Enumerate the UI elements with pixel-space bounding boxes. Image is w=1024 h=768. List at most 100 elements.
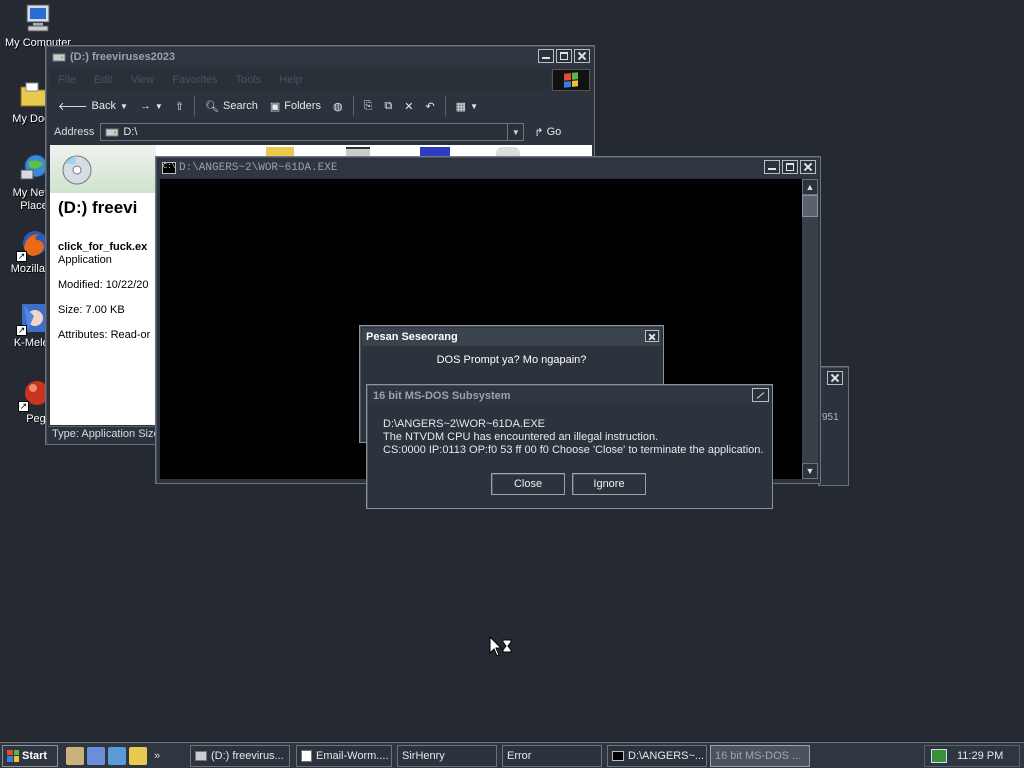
character-icon[interactable]: [87, 746, 105, 765]
menu-help[interactable]: Help: [279, 74, 302, 86]
forward-arrow-icon: →: [139, 100, 151, 112]
explorer-titlebar[interactable]: (D:) freeviruses2023: [48, 48, 592, 66]
toolbar-separator: [444, 96, 446, 116]
close-button[interactable]: [645, 330, 659, 342]
chevron-down-icon: ▼: [119, 101, 128, 111]
minimize-button[interactable]: [764, 160, 780, 174]
explorer-webview-pane: (D:) freevi click_for_fuck.ex Applicatio…: [50, 145, 156, 425]
desktop-icon-my-computer[interactable]: My Computer: [0, 2, 76, 50]
views-button[interactable]: ▦ ▼: [452, 95, 482, 117]
explorer-title: (D:) freeviruses2023: [70, 51, 176, 63]
chevron-down-icon: ▼: [470, 101, 478, 111]
console-icon: C:\: [162, 162, 176, 174]
messenger-icon[interactable]: [108, 746, 126, 765]
menu-view[interactable]: View: [131, 74, 155, 86]
address-input[interactable]: D:\ ▼: [100, 123, 525, 141]
busy-cursor-icon: [489, 635, 513, 661]
selected-file-modified: Modified: 10/22/20: [58, 279, 149, 291]
back-label: Back: [91, 100, 116, 112]
back-button[interactable]: 🡐 Back ▼: [54, 95, 132, 117]
up-folder-button[interactable]: ⇧: [171, 95, 188, 117]
minimize-button[interactable]: [538, 49, 554, 63]
drive-icon: [105, 126, 119, 138]
drive-icon: [52, 51, 66, 63]
shortcut-arrow-icon: ↗: [18, 401, 29, 412]
maximize-button[interactable]: [556, 49, 572, 63]
console-icon: [612, 751, 624, 761]
selected-file-type: Application: [58, 254, 112, 266]
selected-file-size: Size: 7.00 KB: [58, 304, 125, 316]
history-button[interactable]: ◍: [329, 95, 347, 117]
menu-tools[interactable]: Tools: [236, 74, 262, 86]
taskbar-item-explorer[interactable]: (D:) freevirus...: [190, 745, 290, 767]
views-grid-icon: ▦: [455, 100, 467, 113]
up-folder-icon: ⇧: [174, 100, 185, 113]
scroll-down-arrow-icon[interactable]: ▼: [802, 463, 818, 479]
folders-label: Folders: [284, 100, 321, 112]
taskbar-item-email-worm[interactable]: Email-Worm....: [296, 745, 392, 767]
webview-banner: [50, 145, 156, 193]
close-button[interactable]: [574, 49, 590, 63]
go-arrow-icon: ↱: [534, 126, 544, 139]
scrollbar-thumb[interactable]: [802, 195, 818, 217]
dos-titlebar[interactable]: C:\ D:\ANGERS~2\WOR~61DA.EXE: [158, 159, 818, 177]
ntvdm-dialog-title: 16 bit MS-DOS Subsystem: [373, 390, 511, 402]
cd-drive-icon: [60, 153, 94, 190]
email-worm-window[interactable]: 951: [818, 366, 849, 486]
address-value: D:\: [123, 126, 138, 138]
toolbar-separator: [352, 96, 354, 116]
delete-x-icon: ✕: [404, 100, 414, 113]
clock[interactable]: 11:29 PM: [957, 750, 1003, 762]
menu-file[interactable]: File: [58, 74, 76, 86]
show-desktop-icon[interactable]: [66, 746, 84, 765]
start-label: Start: [22, 749, 48, 762]
ntvdm-dialog-titlebar[interactable]: 16 bit MS-DOS Subsystem: [369, 387, 770, 405]
taskbar-item-label: SirHenry: [402, 750, 445, 762]
search-button[interactable]: 🔍︎ Search: [201, 95, 262, 117]
email-window-text-fragment: 951: [822, 412, 839, 423]
chevron-down-icon: ▼: [154, 101, 163, 111]
taskbar-item-sirhenry[interactable]: SirHenry: [397, 745, 497, 767]
copy-to-icon: ⧉: [384, 99, 393, 112]
error-line-description: The NTVDM CPU has encountered an illegal…: [383, 431, 659, 443]
forward-button[interactable]: → ▼: [136, 95, 167, 117]
dos-title: D:\ANGERS~2\WOR~61DA.EXE: [179, 162, 338, 174]
copy-to-button[interactable]: ⧉: [380, 95, 396, 117]
menu-favorites[interactable]: Favorites: [172, 74, 217, 86]
message-dialog-title: Pesan Seseorang: [366, 331, 458, 343]
search-icon: 🔍︎: [205, 100, 219, 113]
taskbar-item-dos-console[interactable]: D:\ANGERS~...: [607, 745, 707, 767]
notepad-icon: [301, 750, 312, 762]
tray-book-icon[interactable]: [931, 749, 947, 763]
resize-grip-icon[interactable]: [752, 388, 769, 402]
close-button[interactable]: Close: [491, 473, 565, 495]
menu-edit[interactable]: Edit: [94, 74, 113, 86]
message-dialog-titlebar[interactable]: Pesan Seseorang: [362, 328, 661, 346]
taskbar-item-error[interactable]: Error: [502, 745, 602, 767]
address-dropdown-icon[interactable]: ▼: [507, 124, 523, 140]
go-button[interactable]: ↱ Go: [534, 126, 561, 139]
quick-launch-bar: »: [66, 746, 160, 765]
message-dialog-text: DOS Prompt ya? Mo ngapain?: [436, 354, 587, 366]
scroll-up-arrow-icon[interactable]: ▲: [802, 179, 818, 195]
chevron-right-icon[interactable]: »: [154, 750, 160, 762]
error-line-registers: CS:0000 IP:0113 OP:f0 53 ff 00 f0 Choose…: [383, 444, 764, 456]
maximize-button[interactable]: [782, 160, 798, 174]
undo-button[interactable]: ↶: [421, 95, 438, 117]
explorer-icon[interactable]: [129, 746, 147, 765]
ntvdm-error-dialog[interactable]: 16 bit MS-DOS Subsystem D:\ANGERS~2\WOR~…: [366, 384, 773, 509]
start-button[interactable]: Start: [2, 744, 58, 767]
vertical-scrollbar[interactable]: ▲ ▼: [802, 179, 818, 479]
taskbar-item-ntvdm[interactable]: 16 bit MS-DOS ...: [710, 745, 810, 767]
folders-button[interactable]: ▣ Folders: [266, 95, 325, 117]
taskbar-item-label: D:\ANGERS~...: [628, 750, 705, 762]
ignore-button[interactable]: Ignore: [572, 473, 646, 495]
close-button[interactable]: [827, 371, 843, 385]
move-to-button[interactable]: ⎘: [360, 95, 377, 117]
drive-icon: [195, 751, 207, 761]
history-icon: ◍: [332, 100, 343, 113]
delete-button[interactable]: ✕: [400, 95, 417, 117]
close-button[interactable]: [800, 160, 816, 174]
shortcut-arrow-icon: ↗: [16, 325, 27, 336]
computer-icon: [22, 2, 54, 34]
